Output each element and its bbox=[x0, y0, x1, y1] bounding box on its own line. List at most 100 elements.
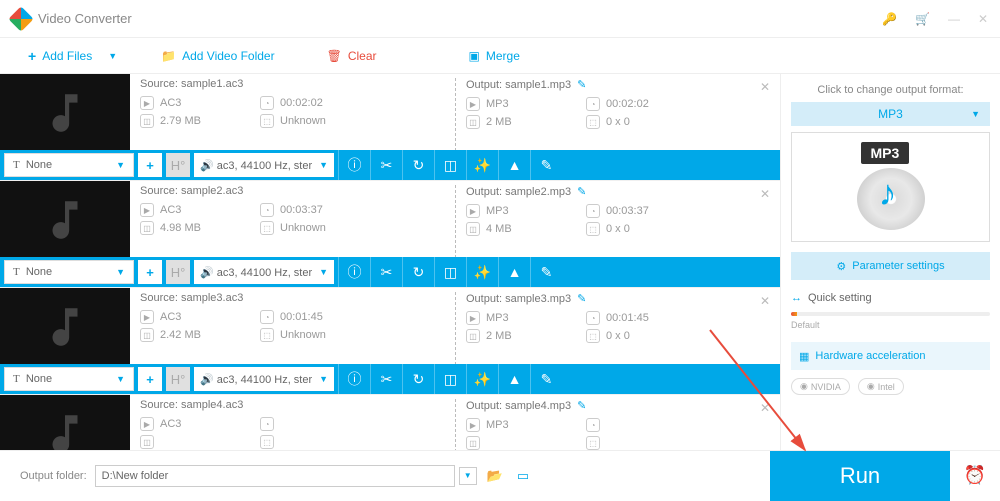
res-icon: ⬚ bbox=[586, 115, 600, 129]
res-icon: ⬚ bbox=[260, 328, 274, 342]
edit-output-icon[interactable]: ✎ bbox=[577, 292, 586, 305]
effects-icon[interactable]: ✨ bbox=[466, 150, 498, 180]
watermark-icon[interactable]: ▲ bbox=[498, 257, 530, 287]
edit-icon[interactable]: ✎ bbox=[530, 257, 562, 287]
hardsub-toggle[interactable]: H° bbox=[166, 153, 190, 177]
minimize-button[interactable]: — bbox=[948, 12, 960, 26]
file-item[interactable]: Source: sample4.ac3 ▶AC3 ◔ ◫ ⬚ Output: s… bbox=[0, 395, 780, 450]
file-item[interactable]: Source: sample3.ac3 ▶AC3 ◔00:01:45 ◫2.42… bbox=[0, 288, 780, 395]
watermark-icon[interactable]: ▲ bbox=[498, 150, 530, 180]
hardware-accel-button[interactable]: ▦ Hardware acceleration bbox=[791, 342, 990, 370]
add-subtitle-button[interactable]: + bbox=[138, 260, 162, 284]
remove-item-button[interactable]: ✕ bbox=[760, 401, 770, 415]
clear-button[interactable]: 🗑 Clear bbox=[319, 45, 385, 67]
edit-output-icon[interactable]: ✎ bbox=[577, 399, 586, 412]
sidebar: Click to change output format: MP3 MP3 ♪… bbox=[780, 74, 1000, 450]
add-folder-label: Add Video Folder bbox=[182, 49, 275, 63]
sliders-icon: ⚙ bbox=[836, 260, 846, 273]
cut-icon[interactable]: ✂ bbox=[370, 257, 402, 287]
format-select-label: MP3 bbox=[878, 107, 903, 121]
cart-icon[interactable]: 🛒 bbox=[915, 12, 930, 26]
crop-icon[interactable]: ◫ bbox=[434, 364, 466, 394]
source-codec: ▶AC3 bbox=[140, 203, 240, 217]
audio-track-select[interactable]: 🔊 ac3, 44100 Hz, ster▼ bbox=[194, 260, 334, 284]
key-icon[interactable]: 🔑 bbox=[882, 12, 897, 26]
rotate-icon[interactable]: ↻ bbox=[402, 257, 434, 287]
add-files-dropdown[interactable]: ▼ bbox=[108, 51, 117, 61]
audio-track-select[interactable]: 🔊 ac3, 44100 Hz, ster▼ bbox=[194, 153, 334, 177]
source-duration: ◔00:02:02 bbox=[260, 96, 360, 110]
subtitle-select[interactable]: T None▼ bbox=[4, 260, 134, 284]
clear-label: Clear bbox=[348, 49, 377, 63]
edit-icon[interactable]: ✎ bbox=[530, 150, 562, 180]
cut-icon[interactable]: ✂ bbox=[370, 364, 402, 394]
source-duration: ◔ bbox=[260, 417, 360, 431]
open-folder-icon[interactable]: 📂 bbox=[487, 468, 503, 484]
hardsub-toggle[interactable]: H° bbox=[166, 367, 190, 391]
size-icon: ◫ bbox=[466, 329, 480, 343]
file-item[interactable]: Source: sample1.ac3 ▶AC3 ◔00:02:02 ◫2.79… bbox=[0, 74, 780, 181]
codec-icon: ▶ bbox=[140, 417, 154, 431]
output-codec: ▶MP3 bbox=[466, 204, 566, 218]
audio-track-select[interactable]: 🔊 ac3, 44100 Hz, ster▼ bbox=[194, 367, 334, 391]
edit-output-icon[interactable]: ✎ bbox=[577, 185, 586, 198]
codec-icon: ▶ bbox=[466, 204, 480, 218]
output-label: Output: sample1.mp3 ✎ bbox=[466, 78, 770, 91]
clock-icon: ◔ bbox=[586, 311, 600, 325]
edit-output-icon[interactable]: ✎ bbox=[577, 78, 586, 91]
subtitle-select[interactable]: T None▼ bbox=[4, 367, 134, 391]
output-duration: ◔00:01:45 bbox=[586, 311, 686, 325]
output-res: ⬚ bbox=[586, 436, 686, 450]
watermark-icon[interactable]: ▲ bbox=[498, 364, 530, 394]
rotate-icon[interactable]: ↻ bbox=[402, 364, 434, 394]
info-icon[interactable]: ⓘ bbox=[338, 257, 370, 287]
run-button[interactable]: Run bbox=[770, 451, 950, 501]
res-icon: ⬚ bbox=[586, 329, 600, 343]
format-preview[interactable]: MP3 ♪ bbox=[791, 132, 990, 242]
thumbnail bbox=[0, 288, 130, 365]
remove-item-button[interactable]: ✕ bbox=[760, 187, 770, 201]
merge-button[interactable]: ▣ Merge bbox=[461, 45, 528, 67]
source-label: Source: sample1.ac3 bbox=[140, 78, 445, 90]
info-icon[interactable]: ⓘ bbox=[338, 150, 370, 180]
remove-item-button[interactable]: ✕ bbox=[760, 294, 770, 308]
chip-icon: ▦ bbox=[799, 350, 809, 363]
format-select[interactable]: MP3 bbox=[791, 102, 990, 126]
effects-icon[interactable]: ✨ bbox=[466, 257, 498, 287]
source-label: Source: sample2.ac3 bbox=[140, 185, 445, 197]
output-label: Output: sample4.mp3 ✎ bbox=[466, 399, 770, 412]
cut-icon[interactable]: ✂ bbox=[370, 150, 402, 180]
param-label: Parameter settings bbox=[852, 260, 944, 272]
source-size: ◫2.79 MB bbox=[140, 114, 240, 128]
add-subtitle-button[interactable]: + bbox=[138, 153, 162, 177]
size-icon: ◫ bbox=[140, 114, 154, 128]
res-icon: ⬚ bbox=[586, 222, 600, 236]
parameter-settings-button[interactable]: ⚙ Parameter settings bbox=[791, 252, 990, 280]
codec-icon: ▶ bbox=[466, 418, 480, 432]
hw-accel-label: Hardware acceleration bbox=[815, 350, 925, 362]
remove-item-button[interactable]: ✕ bbox=[760, 80, 770, 94]
effects-icon[interactable]: ✨ bbox=[466, 364, 498, 394]
source-codec: ▶AC3 bbox=[140, 417, 240, 431]
output-folder-input[interactable] bbox=[95, 465, 455, 487]
subtitle-select[interactable]: T None▼ bbox=[4, 153, 134, 177]
rotate-icon[interactable]: ↻ bbox=[402, 150, 434, 180]
folder-settings-icon[interactable]: ▭ bbox=[517, 468, 529, 484]
hardsub-toggle[interactable]: H° bbox=[166, 260, 190, 284]
add-subtitle-button[interactable]: + bbox=[138, 367, 162, 391]
add-files-button[interactable]: + Add Files bbox=[20, 44, 100, 68]
close-button[interactable]: ✕ bbox=[978, 12, 988, 26]
source-res: ⬚Unknown bbox=[260, 221, 360, 235]
quality-slider[interactable] bbox=[791, 312, 990, 316]
add-folder-button[interactable]: 📁 Add Video Folder bbox=[153, 45, 282, 67]
crop-icon[interactable]: ◫ bbox=[434, 257, 466, 287]
file-item[interactable]: Source: sample2.ac3 ▶AC3 ◔00:03:37 ◫4.98… bbox=[0, 181, 780, 288]
size-icon: ◫ bbox=[140, 221, 154, 235]
edit-icon[interactable]: ✎ bbox=[530, 364, 562, 394]
crop-icon[interactable]: ◫ bbox=[434, 150, 466, 180]
info-icon[interactable]: ⓘ bbox=[338, 364, 370, 394]
plus-icon: + bbox=[28, 48, 36, 64]
alarm-button[interactable]: ⏰ bbox=[950, 451, 1000, 501]
hw-chips: ◉ NVIDIA ◉ Intel bbox=[791, 378, 990, 395]
folder-dropdown[interactable]: ▼ bbox=[459, 467, 477, 485]
